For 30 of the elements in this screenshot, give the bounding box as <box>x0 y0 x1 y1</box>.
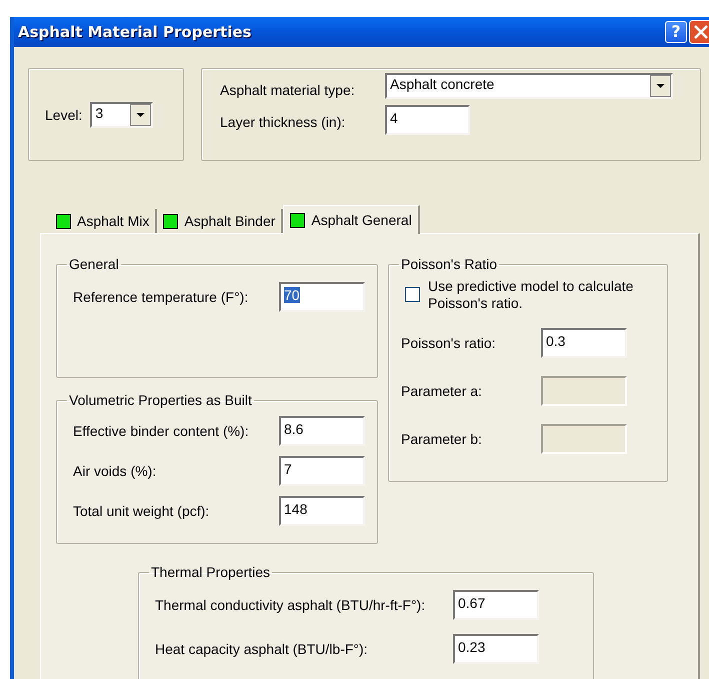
field-label: Asphalt material type: <box>220 82 356 98</box>
input-field[interactable]: 0.23 <box>453 634 539 664</box>
input-field[interactable]: 7 <box>279 456 365 486</box>
field-label: Level: <box>45 106 82 122</box>
field-label: Effective binder content (%): <box>73 423 250 439</box>
window-title: Asphalt Material Properties <box>18 23 252 41</box>
input-field[interactable]: 70 <box>279 282 365 312</box>
input-field[interactable]: 0.3 <box>541 328 627 358</box>
field-label: Reference temperature (F°): <box>73 289 250 305</box>
field-label: Thermal conductivity asphalt (BTU/hr-ft-F°): <box>155 597 426 613</box>
checkbox-label: Use predictive model to calculate Poisson's ratio. <box>428 278 634 312</box>
dropdown[interactable]: Asphalt concrete <box>385 73 673 99</box>
group-title: Poisson's Ratio <box>400 256 498 272</box>
group-title: Thermal Properties <box>150 564 272 580</box>
field-label: Total unit weight (pcf): <box>73 503 210 519</box>
group-title: General <box>68 256 120 272</box>
tab[interactable]: Asphalt General <box>283 205 420 234</box>
field-label: Layer thickness (in): <box>220 114 346 130</box>
field-label: Parameter b: <box>401 431 483 447</box>
help-button[interactable]: ? <box>665 21 687 43</box>
field-label: Parameter a: <box>401 383 483 399</box>
input-field[interactable]: 4 <box>385 105 470 135</box>
field-label: Air voids (%): <box>73 463 158 479</box>
input-field[interactable]: 0.67 <box>453 590 539 620</box>
group-title: Volumetric Properties as Built <box>68 392 253 408</box>
dropdown[interactable]: 3 <box>90 102 154 128</box>
input-field[interactable]: 8.6 <box>279 416 365 446</box>
field-label: Poisson's ratio: <box>401 335 496 351</box>
field-label: Heat capacity asphalt (BTU/lb-F°): <box>155 641 369 657</box>
input-field[interactable]: 148 <box>279 496 365 526</box>
